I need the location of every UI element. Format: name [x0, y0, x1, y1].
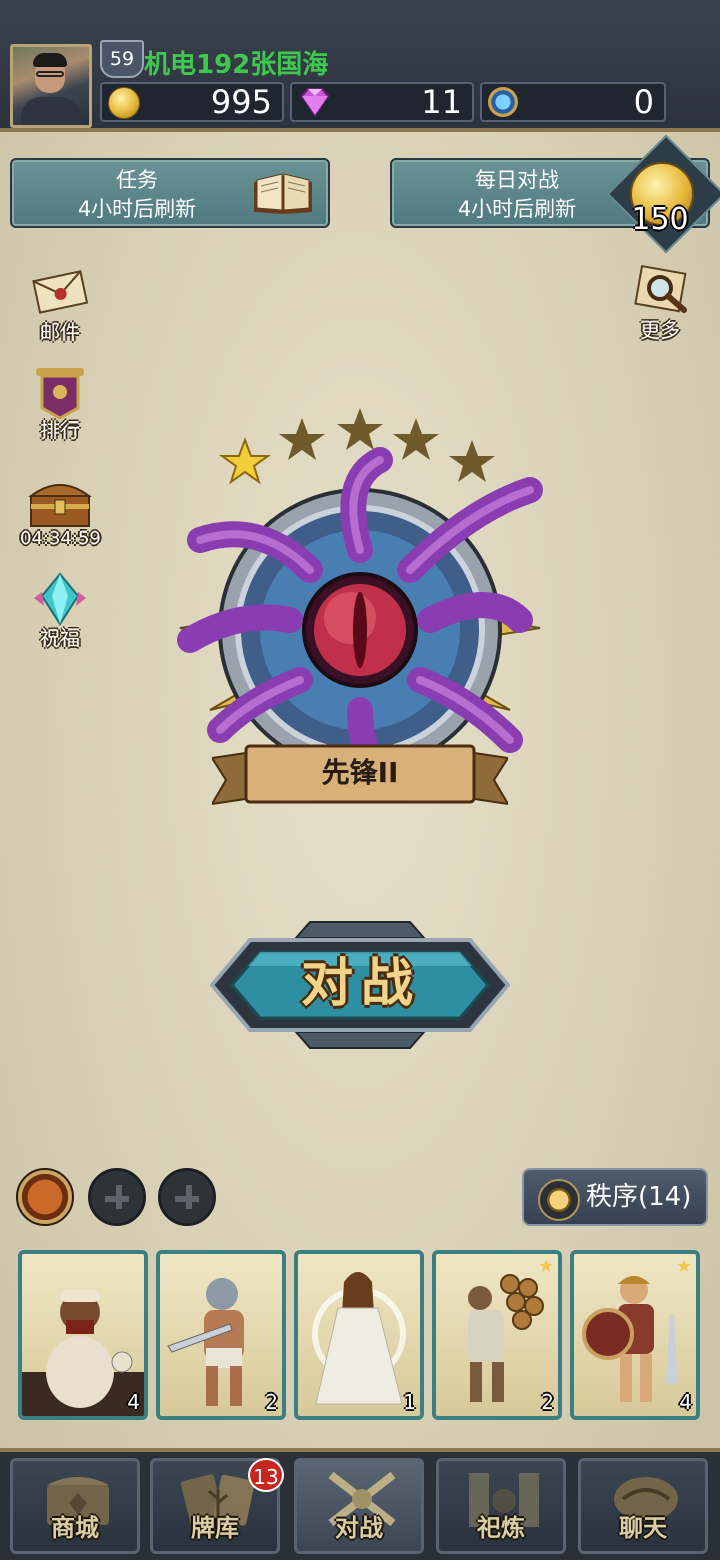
nav-battle[interactable]: 对战	[294, 1458, 424, 1554]
priestess-portrait	[312, 1272, 406, 1405]
more-button[interactable]: 更多	[620, 264, 700, 343]
player-name: 机电192张国海	[144, 50, 329, 80]
rune-icon	[488, 87, 518, 117]
nav-battle-label: 对战	[335, 1514, 383, 1542]
card-merchant[interactable]: 4	[18, 1250, 148, 1420]
card-priestess[interactable]: 1	[294, 1250, 424, 1420]
quest-panel[interactable]: 任务 4小时后刷新	[10, 158, 330, 228]
book-icon	[254, 173, 312, 214]
gem-icon	[298, 87, 330, 117]
gold-coin-icon	[108, 87, 140, 119]
chest-timer: 04:34:59	[20, 528, 101, 549]
order-faction-label: 秩序(14)	[586, 1182, 692, 1212]
shield-warrior-portrait	[582, 1276, 678, 1402]
daily-battle-title: 每日对战	[475, 168, 559, 192]
notification-badge: 13	[248, 1458, 284, 1492]
ranking-button[interactable]: 排行	[20, 364, 100, 443]
quest-title: 任务	[116, 168, 158, 192]
daily-reward-value: 150	[631, 202, 689, 237]
gold-value: 995	[210, 83, 272, 121]
order-faction-button[interactable]: 秩序(14)	[522, 1168, 708, 1226]
magnifier-icon	[630, 264, 690, 314]
nav-chat-label: 聊天	[619, 1514, 667, 1542]
crystal-icon	[30, 572, 90, 626]
star-icon: ★	[675, 1256, 692, 1277]
rank-star	[218, 437, 272, 485]
star-icon: ★	[537, 1256, 554, 1277]
nav-forge[interactable]: 祀炼	[436, 1458, 566, 1554]
gem-value: 11	[421, 83, 462, 121]
rank-star	[337, 408, 383, 450]
nav-chat[interactable]: 聊天	[578, 1458, 708, 1554]
gladiator-portrait	[167, 1278, 244, 1406]
envelope-icon	[30, 266, 90, 316]
battle-button-label[interactable]: 对战	[256, 952, 466, 1016]
quest-refresh-text: 4小时后刷新	[77, 197, 197, 221]
rank-star	[449, 440, 495, 482]
nav-deck-label: 牌库	[191, 1514, 239, 1542]
card-count: 1	[403, 1390, 416, 1414]
empty-slot[interactable]	[88, 1168, 146, 1226]
deck-faction-slot[interactable]	[16, 1168, 74, 1226]
mail-label: 邮件	[40, 320, 80, 344]
woodcarrier-portrait	[468, 1274, 544, 1402]
rank-star	[393, 418, 439, 460]
card-count: 4	[127, 1390, 140, 1414]
sun-icon	[538, 1179, 580, 1221]
mail-button[interactable]: 邮件	[20, 266, 100, 345]
nav-forge-label: 祀炼	[477, 1514, 525, 1542]
daily-battle-refresh-text: 4小时后刷新	[457, 197, 577, 221]
banner-icon	[30, 364, 90, 420]
blessing-button[interactable]: 祝福	[20, 572, 100, 651]
card-shield-warrior[interactable]: ★ 4	[570, 1250, 700, 1420]
avatar[interactable]	[10, 44, 92, 128]
rank-name: 先锋II	[321, 756, 399, 789]
gem-counter[interactable]: 11	[290, 82, 474, 122]
nav-shop-label: 商城	[51, 1514, 99, 1542]
empty-slot[interactable]	[158, 1168, 216, 1226]
card-count: 2	[265, 1390, 278, 1414]
merchant-portrait	[22, 1290, 144, 1416]
card-gladiator[interactable]: 2	[156, 1250, 286, 1420]
more-label: 更多	[640, 318, 680, 342]
rune-value: 0	[633, 83, 654, 121]
nav-shop[interactable]: 商城	[10, 1458, 140, 1554]
rune-counter[interactable]: 0	[480, 82, 666, 122]
rank-star	[279, 418, 325, 460]
card-woodcarrier[interactable]: ★ 2	[432, 1250, 562, 1420]
player-level-badge: 59	[100, 40, 144, 78]
card-count: 2	[541, 1390, 554, 1414]
card-count: 4	[679, 1390, 692, 1414]
treasure-chest-icon	[28, 474, 92, 528]
chest-button[interactable]: 04:34:59	[20, 474, 101, 549]
gold-counter[interactable]: 995	[100, 82, 284, 122]
